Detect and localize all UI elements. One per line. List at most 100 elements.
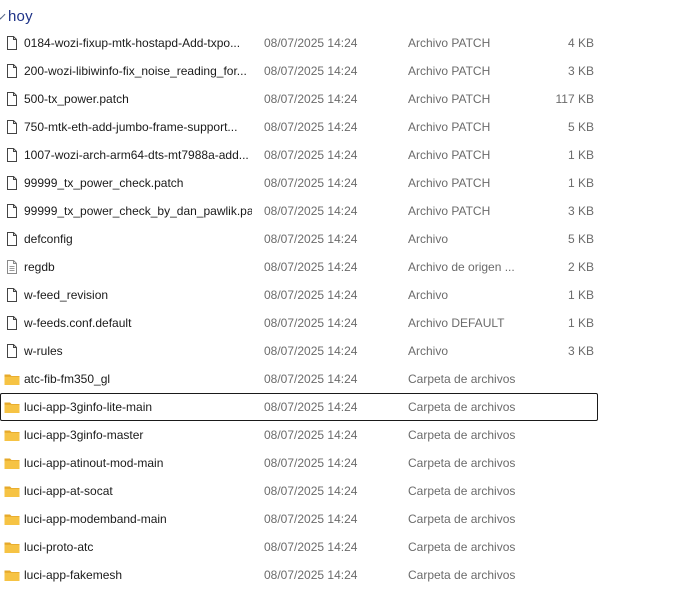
file-row[interactable]: regdb 08/07/2025 14:24 Archivo de origen .… <box>0 253 598 281</box>
file-type: Carpeta de archivos <box>408 456 516 470</box>
file-icon <box>4 315 20 331</box>
file-date-modified: 08/07/2025 14:24 <box>264 232 358 246</box>
file-size: 1 KB <box>567 176 594 190</box>
file-list: 0184-wozi-fixup-mtk-hostapd-Add-txpo... 0… <box>0 29 600 589</box>
file-row[interactable]: 200-wozi-libiwinfo-fix_noise_reading_for… <box>0 57 598 85</box>
file-date-modified: 08/07/2025 14:24 <box>264 568 358 582</box>
file-row[interactable]: w-feeds.conf.default 08/07/2025 14:24 Arch… <box>0 309 598 337</box>
file-size: 1 KB <box>567 148 594 162</box>
file-row[interactable]: 99999_tx_power_check.patch 08/07/2025 14:… <box>0 169 598 197</box>
file-type: Carpeta de archivos <box>408 512 516 526</box>
file-date-modified: 08/07/2025 14:24 <box>264 512 358 526</box>
folder-row[interactable]: luci-app-3ginfo-lite-main 08/07/2025 14:2… <box>0 393 598 421</box>
folder-icon <box>4 455 20 471</box>
folder-row[interactable]: luci-app-atinout-mod-main 08/07/2025 14:2… <box>0 449 598 477</box>
file-type: Archivo de origen ... <box>408 260 515 274</box>
file-row[interactable]: w-rules 08/07/2025 14:24 Archivo 3 KB <box>0 337 598 365</box>
file-type: Archivo <box>408 344 449 358</box>
file-date-modified: 08/07/2025 14:24 <box>264 92 358 106</box>
file-type: Archivo PATCH <box>408 120 491 134</box>
file-name: regdb <box>24 260 55 274</box>
file-size: 3 KB <box>567 344 594 358</box>
file-name: luci-app-atinout-mod-main <box>24 456 164 470</box>
folder-row[interactable]: luci-proto-atc 08/07/2025 14:24 Carpeta de… <box>0 533 598 561</box>
file-row[interactable]: 99999_tx_power_check_by_dan_pawlik.pa...… <box>0 197 598 225</box>
file-date-modified: 08/07/2025 14:24 <box>264 484 358 498</box>
file-type: Carpeta de archivos <box>408 568 516 582</box>
file-name: w-feeds.conf.default <box>24 316 132 330</box>
file-type: Archivo PATCH <box>408 204 491 218</box>
file-date-modified: 08/07/2025 14:24 <box>264 456 358 470</box>
file-icon <box>4 175 20 191</box>
file-date-modified: 08/07/2025 14:24 <box>264 64 358 78</box>
file-size: 3 KB <box>567 204 594 218</box>
file-name: w-feed_revision <box>24 288 109 302</box>
file-row[interactable]: 0184-wozi-fixup-mtk-hostapd-Add-txpo... 0… <box>0 29 598 57</box>
file-size: 1 KB <box>567 288 594 302</box>
file-date-modified: 08/07/2025 14:24 <box>264 372 358 386</box>
folder-icon <box>4 511 20 527</box>
file-date-modified: 08/07/2025 14:24 <box>264 36 358 50</box>
file-type: Archivo PATCH <box>408 36 491 50</box>
file-name: 0184-wozi-fixup-mtk-hostapd-Add-txpo... <box>24 36 241 50</box>
file-icon <box>4 63 20 79</box>
file-type: Carpeta de archivos <box>408 540 516 554</box>
file-size: 5 KB <box>567 120 594 134</box>
file-icon <box>4 147 20 163</box>
file-date-modified: 08/07/2025 14:24 <box>264 540 358 554</box>
file-size: 5 KB <box>567 232 594 246</box>
file-name: w-rules <box>24 344 63 358</box>
file-name: defconfig <box>24 232 73 246</box>
group-title: hoy <box>8 7 33 25</box>
folder-icon <box>4 427 20 443</box>
file-date-modified: 08/07/2025 14:24 <box>264 176 358 190</box>
file-icon <box>4 35 20 51</box>
text-file-icon <box>4 259 20 275</box>
file-size: 4 KB <box>567 36 594 50</box>
file-date-modified: 08/07/2025 14:24 <box>264 400 358 414</box>
file-icon <box>4 119 20 135</box>
folder-row[interactable]: atc-fib-fm350_gl 08/07/2025 14:24 Carpeta … <box>0 365 598 393</box>
file-name: luci-app-modemband-main <box>24 512 167 526</box>
file-type: Archivo PATCH <box>408 64 491 78</box>
file-name: luci-app-fakemesh <box>24 568 123 582</box>
file-date-modified: 08/07/2025 14:24 <box>264 204 358 218</box>
file-name: 1007-wozi-arch-arm64-dts-mt7988a-add... <box>24 148 249 162</box>
folder-row[interactable]: luci-app-at-socat 08/07/2025 14:24 Carpeta… <box>0 477 598 505</box>
file-list-view: hoy 0184-wozi-fixup-mtk-hostapd-Add-txpo… <box>0 0 681 600</box>
file-row[interactable]: 1007-wozi-arch-arm64-dts-mt7988a-add... 0… <box>0 141 598 169</box>
file-icon <box>4 203 20 219</box>
file-date-modified: 08/07/2025 14:24 <box>264 120 358 134</box>
file-type: Archivo PATCH <box>408 92 491 106</box>
file-size: 1 KB <box>567 316 594 330</box>
file-type: Archivo PATCH <box>408 148 491 162</box>
file-name: luci-app-3ginfo-master <box>24 428 144 442</box>
file-icon <box>4 287 20 303</box>
file-name: 200-wozi-libiwinfo-fix_noise_reading_for… <box>24 64 247 78</box>
folder-icon <box>4 399 20 415</box>
file-type: Archivo <box>408 288 449 302</box>
file-row[interactable]: 500-tx_power.patch 08/07/2025 14:24 Archiv… <box>0 85 598 113</box>
file-date-modified: 08/07/2025 14:24 <box>264 428 358 442</box>
file-date-modified: 08/07/2025 14:24 <box>264 260 358 274</box>
file-row[interactable]: w-feed_revision 08/07/2025 14:24 Archivo 1 … <box>0 281 598 309</box>
file-type: Carpeta de archivos <box>408 428 516 442</box>
file-row[interactable]: 750-mtk-eth-add-jumbo-frame-support... 08… <box>0 113 598 141</box>
file-type: Carpeta de archivos <box>408 372 516 386</box>
file-name: atc-fib-fm350_gl <box>24 372 111 386</box>
file-type: Archivo PATCH <box>408 176 491 190</box>
folder-icon <box>4 371 20 387</box>
file-date-modified: 08/07/2025 14:24 <box>264 288 358 302</box>
chevron-down-icon[interactable] <box>0 8 8 24</box>
folder-row[interactable]: luci-app-3ginfo-master 08/07/2025 14:24 Ca… <box>0 421 598 449</box>
file-name: 99999_tx_power_check_by_dan_pawlik.pa... <box>24 204 252 218</box>
file-row[interactable]: defconfig 08/07/2025 14:24 Archivo 5 KB <box>0 225 598 253</box>
folder-icon <box>4 567 20 583</box>
file-icon <box>4 231 20 247</box>
file-size: 117 KB <box>555 92 594 106</box>
group-header-today[interactable]: hoy <box>0 3 33 29</box>
folder-row[interactable]: luci-app-fakemesh 08/07/2025 14:24 Carpeta… <box>0 561 598 589</box>
file-type: Archivo <box>408 232 449 246</box>
folder-row[interactable]: luci-app-modemband-main 08/07/2025 14:24 C… <box>0 505 598 533</box>
folder-icon <box>4 539 20 555</box>
